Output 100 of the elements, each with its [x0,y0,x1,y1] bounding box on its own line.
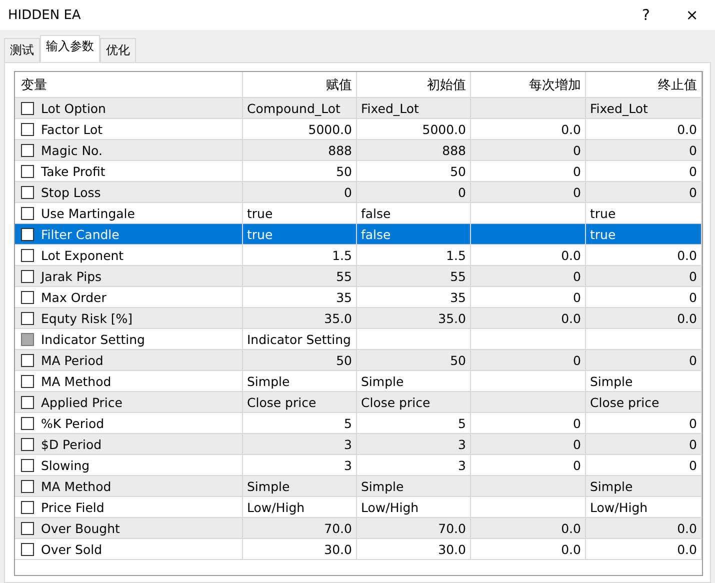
checkbox[interactable] [21,312,34,324]
table-cell: true [590,206,616,220]
table-cell: 3 [344,436,352,452]
table-cell: 888 [328,142,352,158]
parameter-name: Factor Lot [41,122,103,136]
parameter-name: Over Bought [41,520,120,536]
table-cell: 50 [450,352,466,368]
table-row[interactable]: Magic No. 888 888 0 0 [15,140,702,161]
table-row[interactable]: Over Bought 70.0 70.0 0.0 0.0 [15,518,702,539]
tab[interactable]: 优化 [100,38,136,62]
checkbox[interactable] [21,228,34,240]
table-cell: 888 [442,142,466,158]
column-header[interactable]: 每次增加 [471,72,586,97]
checkbox[interactable] [21,438,34,450]
column-header[interactable]: 赋值 [243,72,357,97]
checkbox[interactable] [21,122,34,136]
table-cell: 30.0 [324,542,352,556]
table-cell: 0.0 [677,248,697,262]
table-cell: 0.0 [561,542,581,556]
checkbox[interactable] [21,522,34,534]
table-cell: 0 [344,184,352,200]
table-cell: Simple [247,478,290,494]
checkbox[interactable] [21,248,34,262]
checkbox[interactable] [21,144,34,156]
parameter-name: %K Period [41,416,104,430]
parameter-name: Stop Loss [41,184,101,200]
table-cell: 0 [458,184,466,200]
table-cell: true [247,226,273,242]
column-header[interactable]: 初始值 [357,72,471,97]
checkbox[interactable] [21,458,34,472]
table-row[interactable]: Jarak Pips 55 55 0 0 [15,266,702,287]
table-cell: Low/High [247,500,305,514]
checkbox[interactable] [21,396,34,408]
table-cell: 0 [689,164,697,178]
table-cell: 70.0 [438,520,466,536]
table-row[interactable]: Filter Candle true false true [15,224,702,245]
checkbox[interactable] [21,354,34,366]
checkbox[interactable] [21,500,34,514]
checkbox[interactable] [21,290,34,304]
table-cell: Fixed_Lot [361,100,419,116]
table-row[interactable]: MA Period 50 50 0 0 [15,350,702,371]
table-cell: 55 [450,268,466,284]
close-button[interactable]: × [669,0,715,30]
column-header[interactable]: 变量 [15,72,243,97]
table-cell: 0 [573,142,581,158]
checkbox[interactable] [21,416,34,430]
checkbox[interactable] [21,480,34,492]
help-button[interactable]: ? [623,0,669,30]
table-cell: 0.0 [561,310,581,326]
table-row[interactable]: Stop Loss 0 0 0 0 [15,182,702,203]
table-row[interactable]: Equty Risk [%] 35.0 35.0 0.0 0.0 [15,308,702,329]
table-cell: 1.5 [446,248,466,262]
parameter-name: Lot Option [41,100,106,116]
checkbox[interactable] [21,270,34,282]
table-cell: Simple [361,374,404,388]
checkbox[interactable] [21,206,34,220]
table-row[interactable]: $D Period 3 3 0 0 [15,434,702,455]
checkbox[interactable] [21,102,34,114]
checkbox[interactable] [21,542,34,556]
table-cell: 35 [336,290,352,304]
parameter-name: Indicator Setting [41,332,145,346]
parameter-name: Max Order [41,290,106,304]
table-cell: 35 [450,290,466,304]
table-cell: 5000.0 [422,122,466,136]
table-cell: 3 [458,436,466,452]
table-row[interactable]: Applied Price Close price Close price Close price [15,392,702,413]
table-cell: 0.0 [561,122,581,136]
table-cell: Fixed_Lot [590,100,648,116]
table-cell: 5000.0 [308,122,352,136]
table-cell: 35.0 [324,310,352,326]
parameter-name: $D Period [41,436,102,452]
table-row[interactable]: Lot Option Compound_Lot Fixed_Lot Fixed_Lot [15,98,702,119]
parameter-name: MA Method [41,478,112,494]
parameter-name: Equty Risk [%] [41,310,133,326]
parameter-name: Jarak Pips [41,268,102,284]
table-cell: 0 [573,164,581,178]
table-cell: 70.0 [324,520,352,536]
checkbox[interactable] [21,164,34,178]
table-cell: 0 [573,416,581,430]
column-header[interactable]: 终止值 [586,72,702,97]
table-cell: false [361,226,391,242]
table-cell: 50 [336,164,352,178]
parameter-name: Filter Candle [41,226,120,242]
table-cell: 3 [458,458,466,472]
checkbox[interactable] [21,186,34,198]
table-cell: 0 [689,416,697,430]
table-row[interactable]: MA Method Simple Simple Simple [15,476,702,497]
table-cell: 50 [336,352,352,368]
parameter-name: Magic No. [41,142,102,158]
table-cell: 0 [573,458,581,472]
table-cell: Low/High [361,500,419,514]
table-cell: 0.0 [677,122,697,136]
tab[interactable]: 输入参数 [40,35,100,62]
table-row[interactable]: Over Sold 30.0 30.0 0.0 0.0 [15,539,702,560]
checkbox[interactable] [21,374,34,388]
table-cell: Close price [361,394,430,410]
table-cell: 0.0 [561,520,581,536]
parameter-name: Take Profit [41,164,106,178]
table-cell: 50 [450,164,466,178]
tab[interactable]: 测试 [4,38,40,62]
